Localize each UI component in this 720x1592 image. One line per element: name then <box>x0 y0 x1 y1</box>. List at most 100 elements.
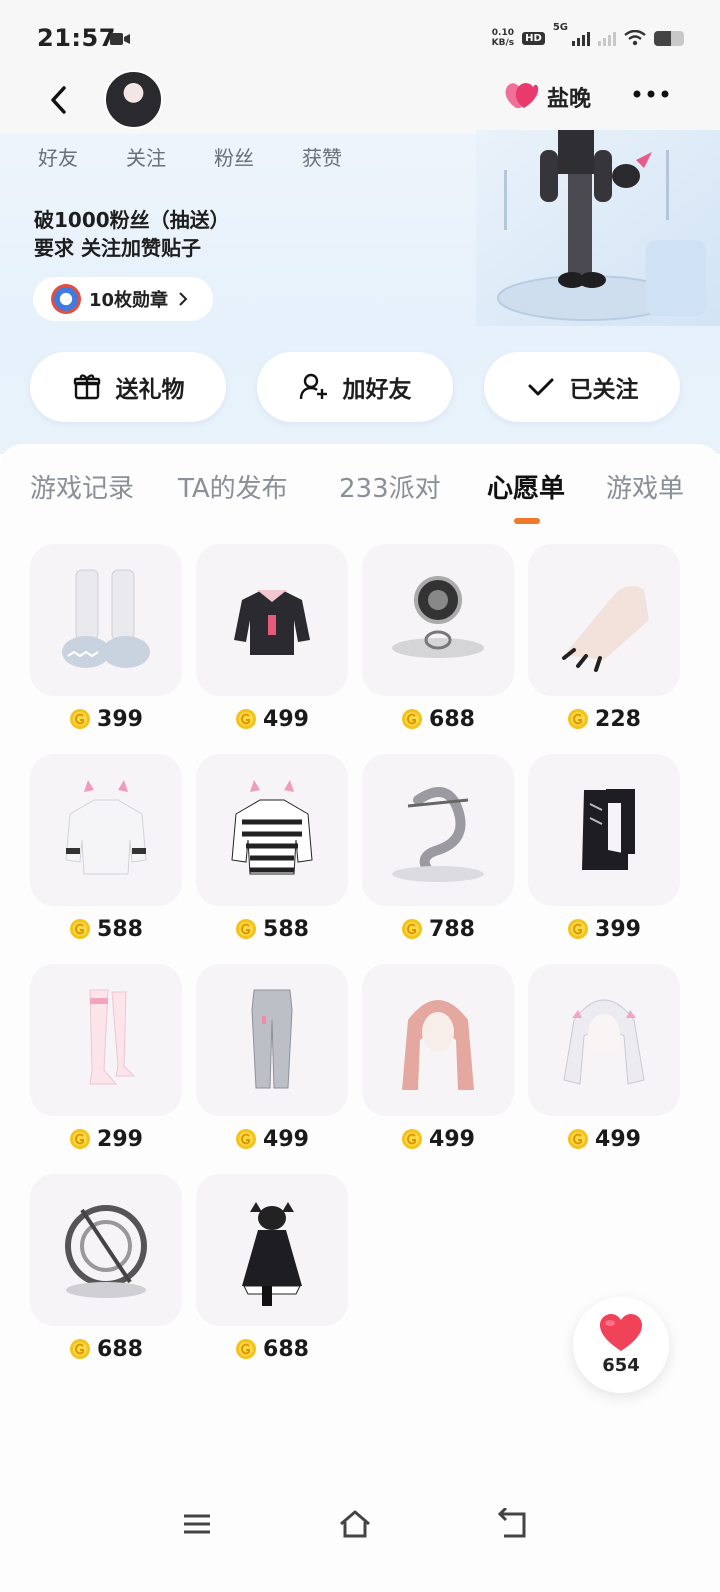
price-row: 299 <box>30 1124 182 1154</box>
video-camera-icon <box>110 33 130 45</box>
price-row: 499 <box>362 1124 514 1154</box>
item-price: 688 <box>263 1336 309 1362</box>
item-thumbnail[interactable] <box>30 544 182 696</box>
add-friend-label: 加好友 <box>342 377 412 403</box>
wishlist-item[interactable]: 688 <box>362 544 514 734</box>
back-icon[interactable] <box>46 82 74 118</box>
black-hoodie-icon <box>234 590 310 655</box>
tab-game-records[interactable]: 游戏记录 <box>30 468 134 505</box>
action-row: 送礼物 加好友 已关注 <box>0 352 720 422</box>
bio: 破1000粉丝（抽送） 要求 关注加赞贴子 <box>34 206 230 262</box>
coin-icon <box>402 709 423 729</box>
wishlist-item[interactable]: 688 <box>196 1174 348 1364</box>
wishlist-item[interactable]: 499 <box>196 544 348 734</box>
item-thumbnail[interactable] <box>362 544 514 696</box>
wishlist-item[interactable]: 788 <box>362 754 514 944</box>
item-thumbnail[interactable] <box>362 754 514 906</box>
nail-hand-icon <box>562 586 649 672</box>
gothic-dress-icon <box>242 1202 302 1306</box>
silver-dragon-icon <box>392 787 484 882</box>
item-thumbnail[interactable] <box>30 964 182 1116</box>
item-thumbnail[interactable] <box>362 964 514 1116</box>
battery-icon <box>654 30 684 46</box>
system-nav-bar <box>0 1490 720 1570</box>
bio-line: 要求 关注加赞贴子 <box>34 236 201 260</box>
like-count: 654 <box>602 1355 640 1376</box>
item-price: 688 <box>429 706 475 732</box>
item-thumbnail[interactable] <box>528 544 680 696</box>
signal-secondary-icon <box>598 30 616 46</box>
wishlist-item[interactable]: 588 <box>30 754 182 944</box>
item-price: 228 <box>595 706 641 732</box>
wishlist-item[interactable]: 399 <box>528 754 680 944</box>
price-row: 688 <box>362 704 514 734</box>
item-price: 399 <box>97 706 143 732</box>
tab-233-party[interactable]: 233派对 <box>339 468 441 505</box>
tab-game-list[interactable]: 游戏单 <box>606 468 684 505</box>
wishlist-item[interactable]: 499 <box>196 964 348 1154</box>
send-gift-button[interactable]: 送礼物 <box>30 352 226 422</box>
like-button[interactable]: 654 <box>573 1297 669 1393</box>
following-label: 已关注 <box>569 377 639 403</box>
coin-icon <box>236 709 257 729</box>
wishlist-item[interactable]: 399 <box>30 544 182 734</box>
avatar[interactable] <box>104 70 163 129</box>
tab-wishlist[interactable]: 心愿单 <box>487 468 565 505</box>
white-cat-sweater-icon <box>65 780 147 875</box>
check-icon <box>528 378 553 396</box>
wishlist-item[interactable]: 299 <box>30 964 182 1154</box>
nickname[interactable]: 盐晚 <box>547 81 591 113</box>
shark-slippers-icon <box>62 569 150 668</box>
price-row: 788 <box>362 914 514 944</box>
item-thumbnail[interactable] <box>196 544 348 696</box>
menu-icon[interactable] <box>180 1508 214 1540</box>
home-icon[interactable] <box>338 1508 372 1540</box>
stat-likes[interactable]: 获赞 <box>302 142 342 171</box>
stat-following[interactable]: 关注 <box>126 142 166 171</box>
stat-friends[interactable]: 好友 <box>38 142 78 171</box>
wishlist-item[interactable]: 228 <box>528 544 680 734</box>
item-thumbnail[interactable] <box>196 1174 348 1326</box>
medal-icon <box>51 284 81 314</box>
tab-posts[interactable]: TA的发布 <box>178 468 288 505</box>
coin-icon <box>568 1129 589 1149</box>
heart-icon[interactable] <box>503 80 541 110</box>
wishlist-item[interactable]: 499 <box>528 964 680 1154</box>
coin-icon <box>568 919 589 939</box>
item-thumbnail[interactable] <box>196 964 348 1116</box>
hd-badge: HD <box>522 31 545 45</box>
wishlist-item[interactable]: 588 <box>196 754 348 944</box>
price-row: 499 <box>528 1124 680 1154</box>
item-thumbnail[interactable] <box>196 754 348 906</box>
stat-fans[interactable]: 粉丝 <box>214 142 254 171</box>
coin-icon <box>568 709 589 729</box>
silver-ring-halo-icon <box>65 1205 147 1298</box>
more-icon[interactable] <box>631 88 671 100</box>
wishlist-item[interactable]: 499 <box>362 964 514 1154</box>
following-button[interactable]: 已关注 <box>484 352 680 422</box>
item-thumbnail[interactable] <box>528 964 680 1116</box>
price-row: 499 <box>196 1124 348 1154</box>
black-boots-icon <box>582 789 635 870</box>
price-row: 499 <box>196 704 348 734</box>
item-thumbnail[interactable] <box>528 754 680 906</box>
coin-icon <box>236 1339 257 1359</box>
item-price: 499 <box>263 1126 309 1152</box>
coin-icon <box>402 1129 423 1149</box>
item-thumbnail[interactable] <box>30 1174 182 1326</box>
item-price: 788 <box>429 916 475 942</box>
status-time: 21:57 <box>37 24 116 52</box>
item-thumbnail[interactable] <box>30 754 182 906</box>
add-friend-button[interactable]: 加好友 <box>257 352 453 422</box>
wishlist-item[interactable]: 688 <box>30 1174 182 1364</box>
coin-icon <box>70 919 91 939</box>
back-nav-icon[interactable] <box>496 1508 530 1540</box>
net-speed-value: 0.10 <box>491 28 515 38</box>
price-row: 588 <box>196 914 348 944</box>
coin-icon <box>70 1339 91 1359</box>
chevron-right-icon <box>179 292 188 306</box>
item-price: 588 <box>97 916 143 942</box>
medal-button[interactable]: 10枚勋章 <box>33 277 213 321</box>
send-gift-label: 送礼物 <box>115 377 185 403</box>
character-showcase-image[interactable] <box>476 130 720 326</box>
